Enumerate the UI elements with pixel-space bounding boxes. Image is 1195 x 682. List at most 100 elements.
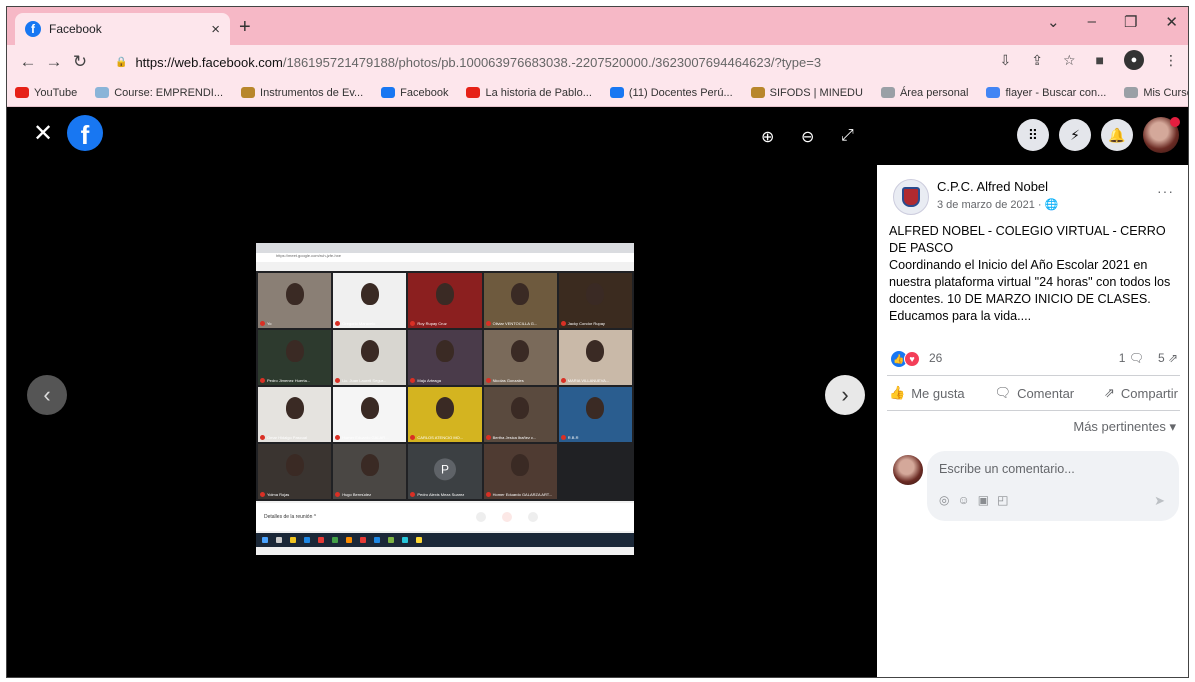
comment-input[interactable]: Escribe un comentario... ◎ ☺ ▣ ◰ ➤ (927, 451, 1179, 521)
sidepanel-icon[interactable]: ■ (1096, 52, 1104, 68)
post-text-line1: ALFRED NOBEL - COLEGIO VIRTUAL - CERRO D… (889, 224, 1166, 255)
participant-face (285, 453, 304, 476)
participant-name: Nicolas Gonzales (486, 378, 555, 383)
shares-count[interactable]: 5 ⇗ (1158, 351, 1178, 365)
bookmark-item[interactable]: Instrumentos de Ev... (241, 87, 363, 99)
sticker-icon[interactable]: ◰ (997, 493, 1008, 507)
tab-title: Facebook (49, 22, 102, 36)
more-options-icon[interactable]: ··· (1157, 183, 1174, 199)
minimize-icon[interactable]: – (1088, 13, 1096, 31)
menu-grid-icon[interactable]: ⠿ (1017, 119, 1049, 151)
bookmark-favicon-icon (1124, 87, 1139, 98)
url-host: https://web.facebook.com (135, 54, 283, 70)
avatar-sticker-icon[interactable]: ◎ (939, 493, 949, 507)
menu-kebab-icon[interactable]: ⋮ (1164, 52, 1178, 69)
participant-face (586, 339, 605, 362)
participant-tile: Nicolas Gonzales (483, 330, 557, 385)
reaction-icons[interactable]: 👍 ♥ (891, 351, 920, 367)
comment-sort-dropdown[interactable]: Más pertinentes ▾ (877, 411, 1188, 445)
participant-tile: R.B.R (558, 387, 632, 442)
participant-tile: Homer Eduardo GALAR... (333, 387, 407, 442)
zoom-in-icon[interactable]: ⊕ (761, 127, 774, 147)
fullscreen-icon[interactable]: ⤢ (841, 127, 854, 145)
participant-name: Bertha Jesica Ibañez c... (486, 435, 555, 440)
notifications-icon[interactable]: 🔔 (1101, 119, 1133, 151)
bookmark-label: flayer - Buscar con... (1005, 86, 1107, 99)
reaction-count[interactable]: 26 (929, 351, 942, 365)
comment-label: Comentar (1017, 385, 1075, 401)
browser-tab[interactable]: f Facebook × (15, 13, 230, 45)
profile-icon[interactable]: ● (1124, 50, 1144, 70)
participant-name: Gregorio Maravelo (335, 321, 404, 326)
photo-viewer: ✕ f ⊕ ⊖ ⤢ ‹ › https://meet.google.com/ru… (7, 107, 877, 677)
bookmark-item[interactable]: Facebook (381, 87, 448, 99)
post-date[interactable]: 3 de marzo de 2021 · 🌐 (937, 198, 1058, 211)
gif-icon[interactable]: ▣ (978, 493, 989, 507)
previous-photo-button[interactable]: ‹ (27, 375, 67, 415)
restore-icon[interactable]: ❐ (1124, 13, 1137, 31)
participant-tile: Jacky Condor Rupay (558, 273, 632, 328)
bookmark-favicon-icon (381, 87, 396, 98)
page-name[interactable]: C.P.C. Alfred Nobel (937, 179, 1048, 194)
share-label: Compartir (1120, 385, 1178, 401)
emoji-icon[interactable]: ☺ (957, 493, 969, 507)
participant-tile: Homer Eduardo GALARZA ART... (483, 444, 557, 499)
participant-name: Maju Arteaga (410, 378, 479, 383)
participant-tile: Lic. Juan Laureli Segur... (333, 330, 407, 385)
bookmark-favicon-icon (15, 87, 29, 98)
bookmarks-bar: YouTube Course: EMPRENDI... Instrumentos d… (7, 79, 1188, 107)
participant-tile: Pedro Jimenez Huerta... (258, 330, 332, 385)
account-avatar[interactable] (1143, 117, 1180, 153)
install-icon[interactable]: ⇩ (1000, 52, 1012, 69)
comment-button[interactable]: 🗨 Comentar (995, 385, 1075, 401)
bookmark-favicon-icon (466, 87, 481, 98)
messenger-icon[interactable]: ⚡ (1059, 119, 1091, 151)
participant-tile: P Pedro Alexis Meza Suarez (408, 444, 482, 499)
tab-close-icon[interactable]: × (211, 21, 220, 38)
bookmark-label: Course: EMPRENDI... (114, 86, 224, 99)
close-window-icon[interactable]: ✕ (1165, 13, 1178, 31)
close-viewer-icon[interactable]: ✕ (33, 119, 53, 148)
share-icon[interactable]: ⇪ (1031, 52, 1043, 69)
bookmark-item[interactable]: Área personal (880, 87, 968, 99)
participant-tile: CARLOS ATENCIO MO... (408, 387, 482, 442)
comment-composer: Escribe un comentario... ◎ ☺ ▣ ◰ ➤ (877, 451, 1188, 531)
bookmark-item[interactable]: YouTube (15, 87, 77, 99)
zoom-out-icon[interactable]: ⊖ (801, 127, 814, 147)
comments-count[interactable]: 1 🗨 (1119, 351, 1144, 365)
participant-name: Yo (260, 321, 329, 326)
participant-initial: P (433, 457, 456, 480)
facebook-logo[interactable]: f (67, 115, 103, 151)
bookmark-item[interactable]: (11) Docentes Perú... (609, 87, 733, 99)
reactions-row: 👍 ♥ 26 1 🗨 5 ⇗ (877, 345, 1188, 375)
participant-name: Lic. Juan Laureli Segur... (335, 378, 404, 383)
bookmark-star-icon[interactable]: ☆ (1063, 52, 1076, 69)
lock-icon: 🔒 (115, 56, 128, 68)
bookmark-item[interactable]: SIFODS | MINEDU (750, 87, 863, 99)
participant-name: MARIA VILLANUEVA... (561, 378, 630, 383)
new-tab-button[interactable]: + (239, 16, 251, 39)
share-button[interactable]: ⇗ Compartir (1104, 385, 1178, 401)
forward-icon[interactable]: → (41, 52, 67, 72)
like-button[interactable]: 👍 Me gusta (889, 385, 965, 401)
bookmark-item[interactable]: Course: EMPRENDI... (95, 87, 223, 99)
tab-search-icon[interactable]: ⌄ (1047, 13, 1060, 31)
address-bar[interactable]: 🔒 https://web.facebook.com/1861957214791… (103, 49, 1093, 75)
bookmark-favicon-icon (609, 87, 624, 98)
page-avatar[interactable] (893, 179, 929, 215)
like-label: Me gusta (911, 385, 965, 401)
bookmark-item[interactable]: Mis Cursos (1124, 87, 1188, 99)
participant-face (511, 339, 530, 362)
back-icon[interactable]: ← (15, 52, 41, 72)
participant-name: CARLOS ATENCIO MO... (410, 435, 479, 440)
window-controls: ⌄ – ❐ ✕ (1047, 13, 1178, 31)
bookmark-item[interactable]: La historia de Pablo... (466, 87, 592, 99)
next-photo-button[interactable]: › (825, 375, 865, 415)
bookmark-item[interactable]: flayer - Buscar con... (986, 87, 1106, 99)
reload-icon[interactable]: ↻ (67, 52, 93, 72)
send-icon[interactable]: ➤ (1154, 493, 1165, 509)
participant-name: Pedro Alexis Meza Suarez (410, 492, 479, 497)
photo-url-text: https://meet.google.com/ruh-jzfe-hxe (256, 253, 634, 262)
photo-browser-tabs (256, 243, 634, 253)
meeting-controls-bar: Detalles de la reunión ^ (256, 503, 634, 531)
